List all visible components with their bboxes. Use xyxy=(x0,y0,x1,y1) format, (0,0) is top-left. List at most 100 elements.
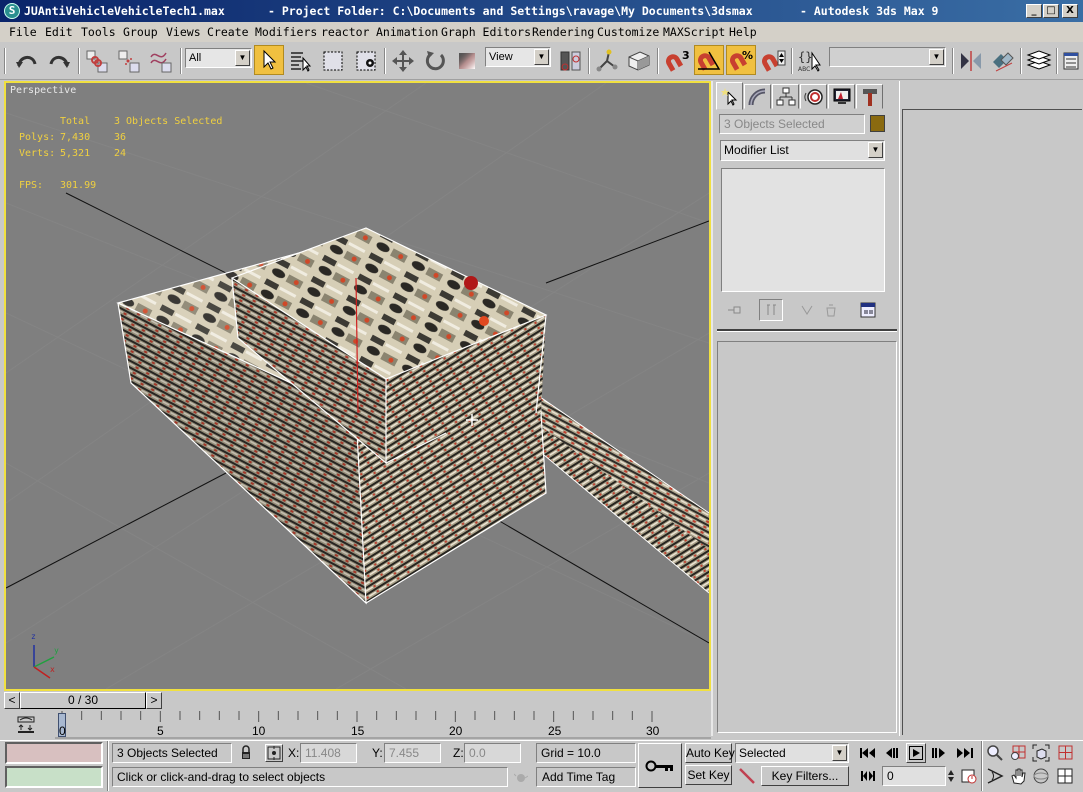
curve-editor-button[interactable] xyxy=(1060,46,1082,76)
edit-named-selection-button[interactable]: {} ABC xyxy=(796,46,826,76)
teapot-button[interactable] xyxy=(512,768,530,786)
next-frame-key-button[interactable] xyxy=(929,744,949,762)
named-selection-sets-dropdown[interactable]: ▼ xyxy=(829,47,946,67)
auto-key-button[interactable]: Auto Key xyxy=(685,743,735,763)
menu-graph-editors[interactable]: Graph Editors xyxy=(439,22,533,42)
menu-maxscript[interactable]: MAXScript xyxy=(661,22,727,42)
hierarchy-tab[interactable] xyxy=(772,84,799,109)
motion-tab[interactable] xyxy=(800,84,827,109)
go-to-start-button[interactable] xyxy=(858,744,878,762)
keyboard-shortcut-override-button[interactable] xyxy=(624,46,654,76)
modify-tab[interactable] xyxy=(744,84,771,109)
spinner-snap-toggle-button[interactable] xyxy=(758,46,788,76)
field-of-view-button[interactable] xyxy=(985,766,1005,786)
add-time-tag-button[interactable]: Add Time Tag xyxy=(536,767,636,787)
show-end-result-button[interactable] xyxy=(759,299,783,321)
object-name-field[interactable]: 3 Objects Selected xyxy=(719,114,865,134)
menu-modifiers[interactable]: Modifiers xyxy=(253,22,319,42)
reference-coordinate-dropdown[interactable]: View ▼ xyxy=(485,47,551,67)
key-filters-button[interactable]: Key Filters... xyxy=(761,766,849,786)
maximize-viewport-button[interactable] xyxy=(1055,766,1075,786)
menu-animation[interactable]: Animation xyxy=(374,22,440,42)
menu-tools[interactable]: Tools xyxy=(79,22,118,42)
time-slider-thumb[interactable]: 0 / 30 xyxy=(20,692,146,709)
zoom-all-button[interactable] xyxy=(1008,743,1028,763)
zoom-extents-button[interactable] xyxy=(1031,743,1051,763)
use-pivot-center-button[interactable] xyxy=(556,46,586,76)
arc-rotate-button[interactable] xyxy=(1031,766,1051,786)
rectangular-selection-button[interactable] xyxy=(318,46,348,76)
modifier-list-dropdown[interactable]: Modifier List ▼ xyxy=(720,140,885,161)
angle-snap-toggle-button[interactable] xyxy=(694,45,724,75)
z-coordinate-field[interactable]: 0.0 xyxy=(464,743,521,763)
utilities-tab[interactable] xyxy=(856,84,883,109)
maxscript-listener-green[interactable] xyxy=(5,766,103,788)
play-animation-button[interactable] xyxy=(906,743,926,763)
frame-spinner[interactable] xyxy=(946,766,956,786)
y-coordinate-field[interactable]: 7.455 xyxy=(384,743,441,763)
maxscript-listener-pink[interactable] xyxy=(5,742,103,764)
menu-views[interactable]: Views xyxy=(164,22,203,42)
key-mode-dropdown[interactable]: Selected ▼ xyxy=(735,743,849,763)
select-and-rotate-button[interactable] xyxy=(420,46,450,76)
menu-help[interactable]: Help xyxy=(727,22,759,42)
select-and-scale-button[interactable] xyxy=(452,46,482,76)
app-icon[interactable]: S xyxy=(4,3,20,19)
align-button[interactable] xyxy=(988,46,1018,76)
modifier-stack[interactable] xyxy=(721,168,885,292)
undo-button[interactable] xyxy=(12,46,42,76)
key-mode-toggle-button[interactable] xyxy=(858,767,878,785)
configure-modifier-sets-button[interactable] xyxy=(857,300,879,320)
go-to-end-button[interactable] xyxy=(955,744,975,762)
select-and-manipulate-button[interactable] xyxy=(592,46,622,76)
pan-view-button[interactable] xyxy=(1008,766,1028,786)
zoom-extents-all-button[interactable] xyxy=(1055,743,1075,763)
object-color-swatch[interactable] xyxy=(870,115,885,132)
display-tab[interactable] xyxy=(828,84,855,109)
panel-splitter[interactable] xyxy=(711,81,713,736)
unlink-selection-button[interactable] xyxy=(114,46,144,76)
open-mini-curve-editor-button[interactable] xyxy=(14,715,38,735)
create-tab[interactable] xyxy=(716,82,743,110)
maximize-button[interactable]: □ xyxy=(1043,4,1059,18)
menu-edit[interactable]: Edit xyxy=(43,22,75,42)
set-key-button[interactable]: Set Key xyxy=(685,765,732,785)
default-in-out-tangents-button[interactable] xyxy=(737,766,757,786)
make-unique-button[interactable] xyxy=(797,301,817,319)
select-and-move-button[interactable] xyxy=(388,46,418,76)
time-configuration-button[interactable] xyxy=(959,767,979,785)
perspective-viewport[interactable]: Perspective Total 3 Objects Selected Pol… xyxy=(4,81,711,691)
menu-create[interactable]: Create xyxy=(205,22,251,42)
pin-stack-button[interactable] xyxy=(725,301,745,319)
minimize-button[interactable]: _ xyxy=(1026,4,1042,18)
snap-toggle-button[interactable]: 3 xyxy=(662,46,692,76)
menu-reactor[interactable]: reactor xyxy=(319,22,371,42)
menu-rendering[interactable]: Rendering xyxy=(530,22,596,42)
menu-customize[interactable]: Customize xyxy=(595,22,661,42)
x-coordinate-field[interactable]: 11.408 xyxy=(300,743,357,763)
layer-manager-button[interactable] xyxy=(1024,46,1054,76)
remove-modifier-button[interactable] xyxy=(821,301,841,319)
close-button[interactable]: X xyxy=(1062,4,1078,18)
percent-snap-toggle-button[interactable]: % xyxy=(726,45,756,75)
select-and-link-button[interactable] xyxy=(82,46,112,76)
select-object-button[interactable] xyxy=(254,45,284,75)
window-crossing-button[interactable] xyxy=(351,46,381,76)
selection-filter-dropdown[interactable]: All ▼ xyxy=(185,48,252,68)
next-frame-button[interactable]: > xyxy=(146,692,162,709)
current-frame-field[interactable]: 0 xyxy=(882,766,946,786)
selection-lock-toggle[interactable] xyxy=(238,744,254,762)
previous-frame-button[interactable]: < xyxy=(4,692,20,709)
mirror-button[interactable] xyxy=(956,46,986,76)
set-key-mode-button[interactable] xyxy=(638,743,682,788)
select-by-name-button[interactable] xyxy=(286,46,316,76)
zoom-button[interactable] xyxy=(985,743,1005,763)
viewport-label[interactable]: Perspective xyxy=(10,85,76,96)
bind-to-space-warp-button[interactable] xyxy=(146,46,176,76)
redo-button[interactable] xyxy=(44,46,74,76)
trackbar[interactable]: 0 5 10 15 20 25 30 xyxy=(0,710,711,740)
menu-file[interactable]: File xyxy=(7,22,39,42)
previous-frame-key-button[interactable] xyxy=(883,744,903,762)
absolute-relative-toggle[interactable] xyxy=(265,744,283,762)
menu-group[interactable]: Group xyxy=(121,22,160,42)
